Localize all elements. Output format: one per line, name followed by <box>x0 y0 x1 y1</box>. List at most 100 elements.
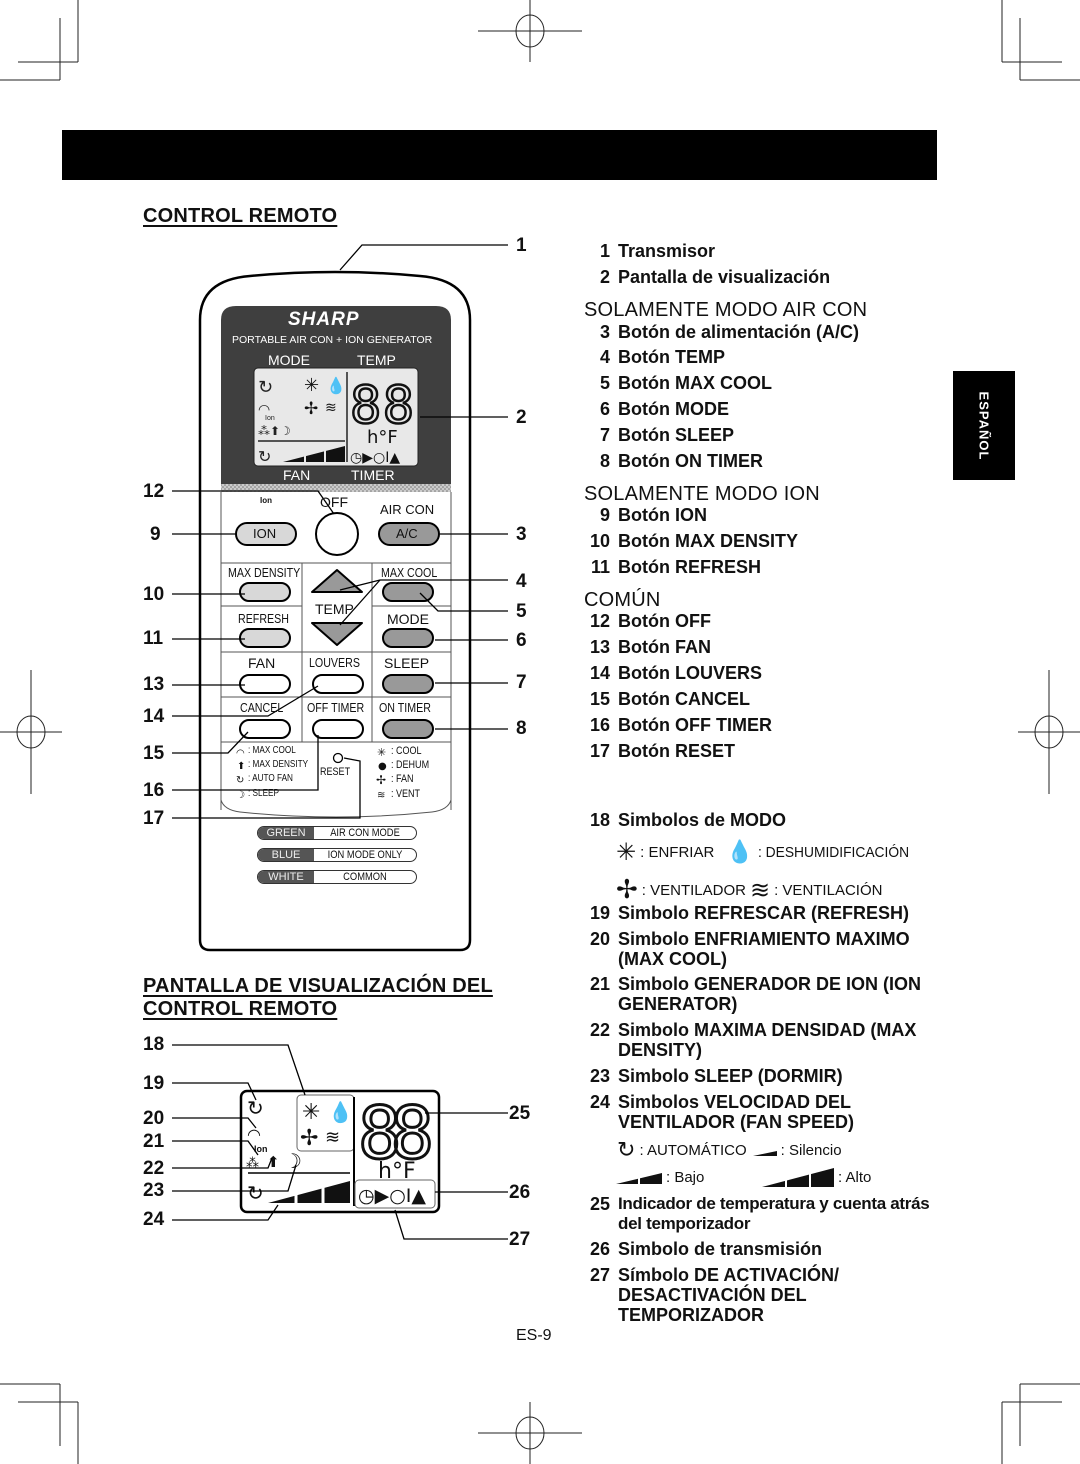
list-item: 16 Botón OFF TIMER <box>589 715 772 735</box>
legend-max-density: : MAX DENSITY <box>248 759 309 770</box>
max-cool-button[interactable] <box>383 583 433 601</box>
list-item: 13 Botón FAN <box>589 637 711 657</box>
sleep-label: SLEEP <box>384 655 430 671</box>
lcd-label-mode: MODE <box>268 352 310 368</box>
list-item: 23 Simbolo SLEEP (DORMIR) <box>589 1066 843 1086</box>
svg-text:⁂⬆☽: ⁂⬆☽ <box>258 424 291 438</box>
svg-text:◠: ◠ <box>236 748 245 759</box>
brand-logo: SHARP <box>288 309 360 330</box>
display-section-title-1: PANTALLA DE VISUALIZACIÓN DEL <box>143 975 493 997</box>
list-item: 26 Simbolo de transmisión <box>589 1239 823 1259</box>
callout-6: 6 <box>516 630 527 651</box>
legend-vent: : VENT <box>391 788 421 800</box>
svg-text:⬆: ⬆ <box>267 1153 280 1171</box>
callout-11: 11 <box>143 628 164 649</box>
cancel-button[interactable] <box>240 720 290 738</box>
callout-12: 12 <box>143 481 165 502</box>
callout-19: 19 <box>143 1073 165 1094</box>
callout-22: 22 <box>143 1158 165 1179</box>
fan-icon: ✢ <box>616 875 638 905</box>
list-item: 12 Botón OFF <box>589 611 711 631</box>
callout-21: 21 <box>143 1131 165 1152</box>
svg-text:💧: 💧 <box>328 1100 353 1124</box>
list-item: 2 Pantalla de visualización <box>599 267 831 287</box>
list-item: 21 Simbolo GENERADOR DE ION (ION GENERATO… <box>589 974 922 1014</box>
fan-button[interactable] <box>240 675 290 693</box>
list-item: 20 Simbolo ENFRIAMIENTO MAXIMO (MAX COOL) <box>589 929 910 969</box>
callout-23: 23 <box>143 1180 165 1201</box>
svg-text:◷▶○I▲: ◷▶○I▲ <box>350 450 400 466</box>
legend-fan: : FAN <box>391 773 414 785</box>
list-item: 4 Botón TEMP <box>599 347 725 367</box>
lcd-label-timer: TIMER <box>351 467 395 483</box>
refresh-label: REFRESH <box>238 611 289 626</box>
callout-10: 10 <box>143 584 165 605</box>
speed-3-icon <box>762 1167 834 1187</box>
legend-max-cool: : MAX COOL <box>248 745 296 756</box>
callout-7: 7 <box>516 672 527 693</box>
list-item: 9 Botón ION <box>599 505 707 525</box>
louvers-button[interactable] <box>313 675 363 693</box>
svg-text:Ion: Ion <box>265 415 275 422</box>
ac-button[interactable]: A/C <box>396 526 418 541</box>
legend-dehum: : DEHUM <box>391 759 430 771</box>
off-button[interactable] <box>316 513 358 555</box>
reset-label: RESET <box>320 766 351 778</box>
auto-fan-icon: ↻ <box>617 1138 636 1163</box>
max-density-label: MAX DENSITY <box>228 565 301 580</box>
svg-text:✢: ✢ <box>300 1126 318 1151</box>
fan-label: FAN <box>248 655 276 671</box>
temp-down-button[interactable] <box>312 623 362 645</box>
callout-1: 1 <box>516 235 527 256</box>
list-item: 25 Indicador de temperatura y cuenta atrá… <box>589 1194 930 1233</box>
callout-3: 3 <box>516 524 527 545</box>
list-item: 19 Simbolo REFRESCAR (REFRESH) <box>589 903 910 923</box>
callout-16: 16 <box>143 780 165 801</box>
callout-26: 26 <box>509 1182 531 1203</box>
list-item: 18 Simbolos de MODO <box>589 810 787 830</box>
svg-text:h°F: h°F <box>367 427 398 448</box>
fan-speed-row-2: : Bajo : Alto <box>616 1167 871 1187</box>
ion-symbol-icon: Ion <box>260 496 272 505</box>
list-item: 6 Botón MODE <box>599 399 729 419</box>
callout-24: 24 <box>143 1209 165 1230</box>
display-section-title-2: CONTROL REMOTO <box>143 998 338 1020</box>
vent-icon: ≋ <box>749 876 771 904</box>
ion-button[interactable]: ION <box>253 526 276 541</box>
svg-text:◷▶○I▲: ◷▶○I▲ <box>358 1185 426 1207</box>
page-number: ES-9 <box>516 1327 552 1344</box>
svg-text:⬆: ⬆ <box>237 761 245 772</box>
reset-button[interactable] <box>332 752 344 764</box>
svg-text:h°F: h°F <box>378 1159 416 1184</box>
sleep-button[interactable] <box>383 675 433 693</box>
callout-25: 25 <box>509 1103 531 1124</box>
mode-symbols-row-1: ✳ : ENFRIAR 💧 : DESHUMIDIFICACIÓN <box>616 838 909 866</box>
language-tab: ESPAÑOL <box>953 371 1015 480</box>
max-density-button[interactable] <box>240 583 290 601</box>
callout-8: 8 <box>516 718 527 739</box>
list-item: 22 Simbolo MAXIMA DENSIDAD (MAX DENSITY) <box>589 1020 917 1060</box>
off-timer-button[interactable] <box>313 720 363 738</box>
speed-1-icon <box>752 1150 777 1156</box>
refresh-button[interactable] <box>240 629 290 647</box>
mode-button[interactable] <box>383 629 433 647</box>
list-item: 8 Botón ON TIMER <box>599 451 763 471</box>
on-timer-button[interactable] <box>383 720 433 738</box>
callout-15: 15 <box>143 743 165 764</box>
droplet-icon: 💧 <box>726 839 754 865</box>
lcd-label-fan: FAN <box>283 467 311 483</box>
temp-up-button[interactable] <box>312 570 362 592</box>
color-legend-white: WHITE COMMON <box>257 870 417 884</box>
svg-text:☽: ☽ <box>284 1149 302 1173</box>
svg-text:✢: ✢ <box>376 773 386 787</box>
list-item: 27 Símbolo DE ACTIVACIÓN/ DESACTIVACIÓN D… <box>589 1265 840 1325</box>
list-item: 17 Botón RESET <box>589 741 735 761</box>
legend-auto-fan: : AUTO FAN <box>248 773 293 784</box>
snowflake-icon: ✳ <box>616 838 637 866</box>
svg-text:↻: ↻ <box>236 775 244 786</box>
temp-label: TEMP <box>315 601 354 617</box>
mode-symbols-row-2: ✢ : VENTILADOR ≋ : VENTILACIÓN <box>616 875 883 905</box>
color-legend-blue: BLUE ION MODE ONLY <box>257 848 417 862</box>
color-legend-green: GREENAIR CON MODE ONLY <box>257 826 417 840</box>
svg-text:●: ● <box>378 761 387 772</box>
